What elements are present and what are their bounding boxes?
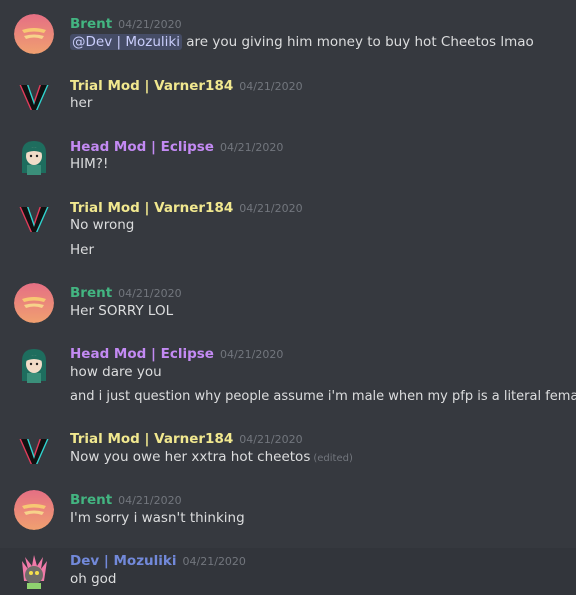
- avatar-brent[interactable]: [14, 490, 54, 530]
- author-name[interactable]: Head Mod | Eclipse: [70, 346, 214, 362]
- message-text: Now you owe her xxtra hot cheetos (edited…: [70, 449, 353, 465]
- message-line: are you giving him money to buy hot Chee…: [186, 34, 534, 50]
- author-name[interactable]: Brent: [70, 492, 112, 508]
- author-name[interactable]: Trial Mod | Varner184: [70, 431, 233, 447]
- timestamp: 04/21/2020: [118, 494, 182, 507]
- author-name[interactable]: Trial Mod | Varner184: [70, 78, 233, 94]
- author-name[interactable]: Dev | Mozuliki: [70, 553, 177, 569]
- user-mention[interactable]: @Dev | Mozuliki: [70, 34, 182, 50]
- avatar-varner184[interactable]: [14, 76, 54, 116]
- message-line: No wrong: [70, 217, 135, 233]
- timestamp: 04/21/2020: [118, 18, 182, 31]
- message-line: Now you owe her xxtra hot cheetos: [70, 449, 311, 465]
- edited-tag: (edited): [313, 453, 353, 464]
- message-line: Her: [70, 242, 95, 258]
- timestamp: 04/21/2020: [219, 141, 284, 154]
- message-line: HIM?!: [70, 156, 109, 172]
- message-line: her: [70, 95, 93, 111]
- avatar-eclipse[interactable]: [14, 137, 54, 177]
- avatar-varner184[interactable]: [14, 198, 54, 238]
- avatar-brent[interactable]: [14, 283, 54, 323]
- message-line: how dare you: [70, 364, 162, 380]
- message-text: @Dev | Mozuliki are you giving him money…: [70, 34, 534, 50]
- author-name[interactable]: Head Mod | Eclipse: [70, 139, 214, 155]
- message-line: Her SORRY LOL: [70, 303, 174, 319]
- author-name[interactable]: Brent: [70, 285, 112, 301]
- chat-log: Brent 04/21/2020 @Dev | Mozuliki are you …: [0, 0, 576, 595]
- timestamp: 04/21/2020: [239, 202, 303, 215]
- timestamp: 04/21/2020: [239, 433, 303, 446]
- author-name[interactable]: Trial Mod | Varner184: [70, 200, 233, 216]
- timestamp: 04/21/2020: [182, 555, 246, 568]
- message-line: and i just question why people assume i'…: [70, 389, 576, 404]
- timestamp: 04/21/2020: [239, 80, 303, 93]
- timestamp: 04/21/2020: [118, 287, 182, 300]
- author-name[interactable]: Brent: [70, 16, 112, 32]
- avatar-varner184[interactable]: [14, 430, 54, 470]
- timestamp: 04/21/2020: [219, 348, 284, 361]
- avatar-eclipse[interactable]: [14, 345, 54, 385]
- avatar-mozuliki[interactable]: [14, 551, 54, 591]
- message-line: oh god: [70, 571, 117, 587]
- message-line: I'm sorry i wasn't thinking: [70, 510, 245, 526]
- avatar-brent[interactable]: [14, 14, 54, 54]
